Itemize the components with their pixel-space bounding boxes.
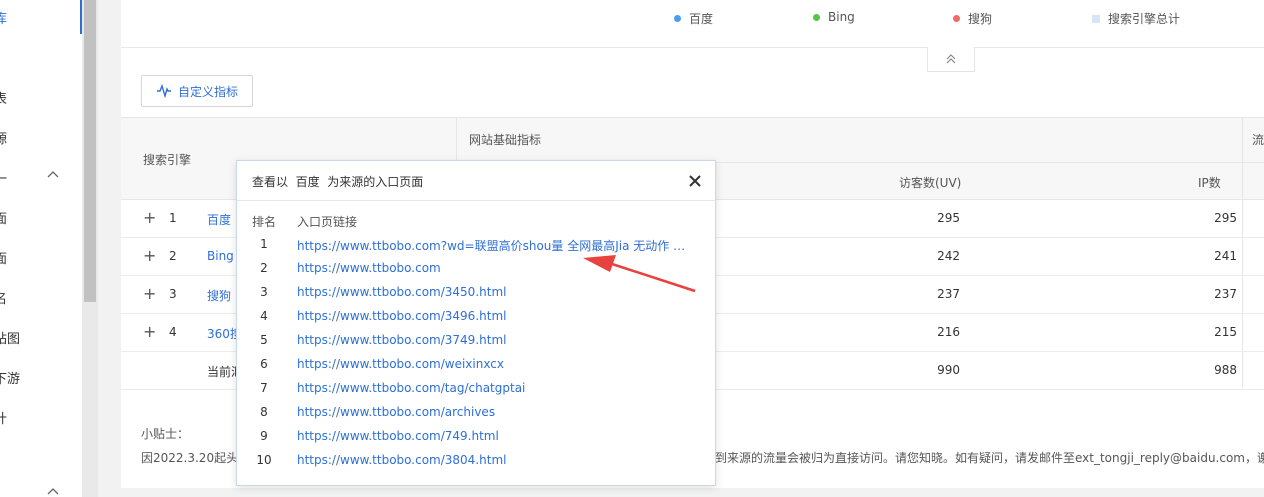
row-rank: 1 <box>169 211 177 225</box>
sidebar-item-1[interactable]: 表 <box>0 88 24 108</box>
legend-item-sogou[interactable]: 搜狗 <box>953 10 992 27</box>
list-item: 7 https://www.ttbobo.com/tag/chatgptai <box>237 381 715 405</box>
entry-rank: 6 <box>260 357 268 371</box>
entry-link[interactable]: https://www.ttbobo.com/3749.html <box>297 333 506 347</box>
header-ip[interactable]: IP数 <box>1198 174 1221 191</box>
engine-link[interactable]: 百度 <box>207 211 231 228</box>
list-item: 10 https://www.ttbobo.com/3804.html <box>237 453 715 477</box>
divider <box>121 47 1264 48</box>
entry-rank: 2 <box>260 261 268 275</box>
list-item: 4 https://www.ttbobo.com/3496.html <box>237 309 715 333</box>
legend-dot-icon <box>953 15 960 22</box>
entry-link[interactable]: https://www.ttbobo.com?wd=联盟高价shou量 全网最高… <box>297 237 691 254</box>
sidebar-item-0[interactable]: 库 <box>0 8 24 28</box>
chevron-up-icon[interactable] <box>46 485 60 497</box>
list-item: 3 https://www.ttbobo.com/3450.html <box>237 285 715 309</box>
entry-rank: 3 <box>260 285 268 299</box>
sidebar-item-7[interactable]: 站图 <box>0 328 24 348</box>
entry-link[interactable]: https://www.ttbobo.com/weixinxcx <box>297 357 504 371</box>
header-uv[interactable]: 访客数(UV) <box>899 174 961 191</box>
row-rank: 3 <box>169 287 177 301</box>
entry-link[interactable]: https://www.ttbobo.com/3496.html <box>297 309 506 323</box>
sidebar-item-4[interactable]: 面 <box>0 208 24 228</box>
sidebar-scrollbar-thumb[interactable] <box>84 0 96 302</box>
row-uv: 242 <box>937 249 960 263</box>
row-uv: 295 <box>937 211 960 225</box>
row-uv: 216 <box>937 325 960 339</box>
tips-text-continued: 到来源的流量会被归为直接访问。请您知晓。如有疑问，请发邮件至ext_tongji… <box>715 451 1264 465</box>
popup-header-link: 入口页链接 <box>297 215 358 229</box>
entry-rank: 10 <box>256 453 272 467</box>
entry-link[interactable]: https://www.ttbobo.com <box>297 261 441 275</box>
custom-metrics-label: 自定义指标 <box>177 84 238 99</box>
engine-link[interactable]: Bing <box>207 249 234 263</box>
row-ip: 215 <box>1214 325 1237 339</box>
entry-rank: 4 <box>260 309 268 323</box>
total-uv: 990 <box>937 363 960 377</box>
list-item: 6 https://www.ttbobo.com/weixinxcx <box>237 357 715 381</box>
tips-title: 小贴士： <box>141 427 190 441</box>
sidebar-item-9[interactable]: 计 <box>0 408 24 428</box>
list-item: 1 https://www.ttbobo.com?wd=联盟高价shou量 全网最… <box>237 237 715 261</box>
entry-link[interactable]: https://www.ttbobo.com/749.html <box>297 429 499 443</box>
pulse-icon <box>156 84 171 98</box>
sidebar-item-3[interactable]: 一 <box>0 168 24 188</box>
total-ip: 988 <box>1214 363 1237 377</box>
sidebar-item-2[interactable]: 源 <box>0 128 24 148</box>
popup-title: 查看以 百度 为来源的入口页面 <box>252 175 424 189</box>
expand-plus-icon[interactable]: + <box>143 248 156 264</box>
sidebar-item-8[interactable]: 下游 <box>0 368 24 388</box>
sidebar-item-6[interactable]: 名 <box>0 288 24 308</box>
legend-item-bing[interactable]: Bing <box>813 10 855 24</box>
entry-rank: 8 <box>260 405 268 419</box>
engine-link[interactable]: 搜狗 <box>207 287 231 304</box>
legend-label: 搜索引擎总计 <box>1108 12 1181 26</box>
expand-plus-icon[interactable]: + <box>143 286 156 302</box>
row-ip: 295 <box>1214 211 1237 225</box>
entry-pages-popup: 查看以 百度 为来源的入口页面 排名 入口页链接 1 https://www.tt… <box>236 160 716 486</box>
header-site-metrics: 网站基础指标 <box>469 133 542 147</box>
legend-label: 百度 <box>689 12 714 26</box>
row-ip: 241 <box>1214 249 1237 263</box>
row-rank: 2 <box>169 249 177 263</box>
header-search-engine[interactable]: 搜索引擎 <box>143 151 191 168</box>
expand-plus-icon[interactable]: + <box>143 324 156 340</box>
sidebar: 库 表 源 一 面 面 名 站图 下游 计 <box>0 0 82 497</box>
popup-header-rank: 排名 <box>252 215 277 229</box>
entry-rank: 1 <box>260 237 268 251</box>
legend-item-total[interactable]: 搜索引擎总计 <box>1092 10 1180 27</box>
entry-rank: 7 <box>260 381 268 395</box>
row-uv: 237 <box>937 287 960 301</box>
list-item: 2 https://www.ttbobo.com <box>237 261 715 285</box>
legend-dot-icon <box>813 13 820 21</box>
entry-rank: 9 <box>260 429 268 443</box>
entry-link[interactable]: https://www.ttbobo.com/3804.html <box>297 453 506 467</box>
popup-header: 查看以 百度 为来源的入口页面 <box>237 161 715 201</box>
entry-link[interactable]: https://www.ttbobo.com/3450.html <box>297 285 506 299</box>
custom-metrics-button[interactable]: 自定义指标 <box>141 75 253 107</box>
tips-text: 因2022.3.20起头条 <box>141 451 251 465</box>
entry-rank: 5 <box>260 333 268 347</box>
chevron-up-icon[interactable] <box>46 168 60 182</box>
list-item: 5 https://www.ttbobo.com/3749.html <box>237 333 715 357</box>
legend-label: Bing <box>828 10 855 24</box>
list-item: 9 https://www.ttbobo.com/749.html <box>237 429 715 453</box>
header-flow: 流 <box>1252 133 1264 147</box>
legend-square-icon <box>1092 14 1100 23</box>
legend-label: 搜狗 <box>968 12 993 26</box>
double-chevron-up-icon <box>946 54 956 64</box>
row-ip: 237 <box>1214 287 1237 301</box>
entry-link[interactable]: https://www.ttbobo.com/tag/chatgptai <box>297 381 525 395</box>
expand-plus-icon[interactable]: + <box>143 210 156 226</box>
legend-dot-icon <box>674 15 681 22</box>
list-item: 8 https://www.ttbobo.com/archives <box>237 405 715 429</box>
close-icon[interactable] <box>685 171 705 191</box>
entry-link[interactable]: https://www.ttbobo.com/archives <box>297 405 495 419</box>
sidebar-item-5[interactable]: 面 <box>0 248 24 268</box>
row-rank: 4 <box>169 325 177 339</box>
legend-item-baidu[interactable]: 百度 <box>674 10 713 27</box>
collapse-chart-button[interactable] <box>927 47 975 72</box>
